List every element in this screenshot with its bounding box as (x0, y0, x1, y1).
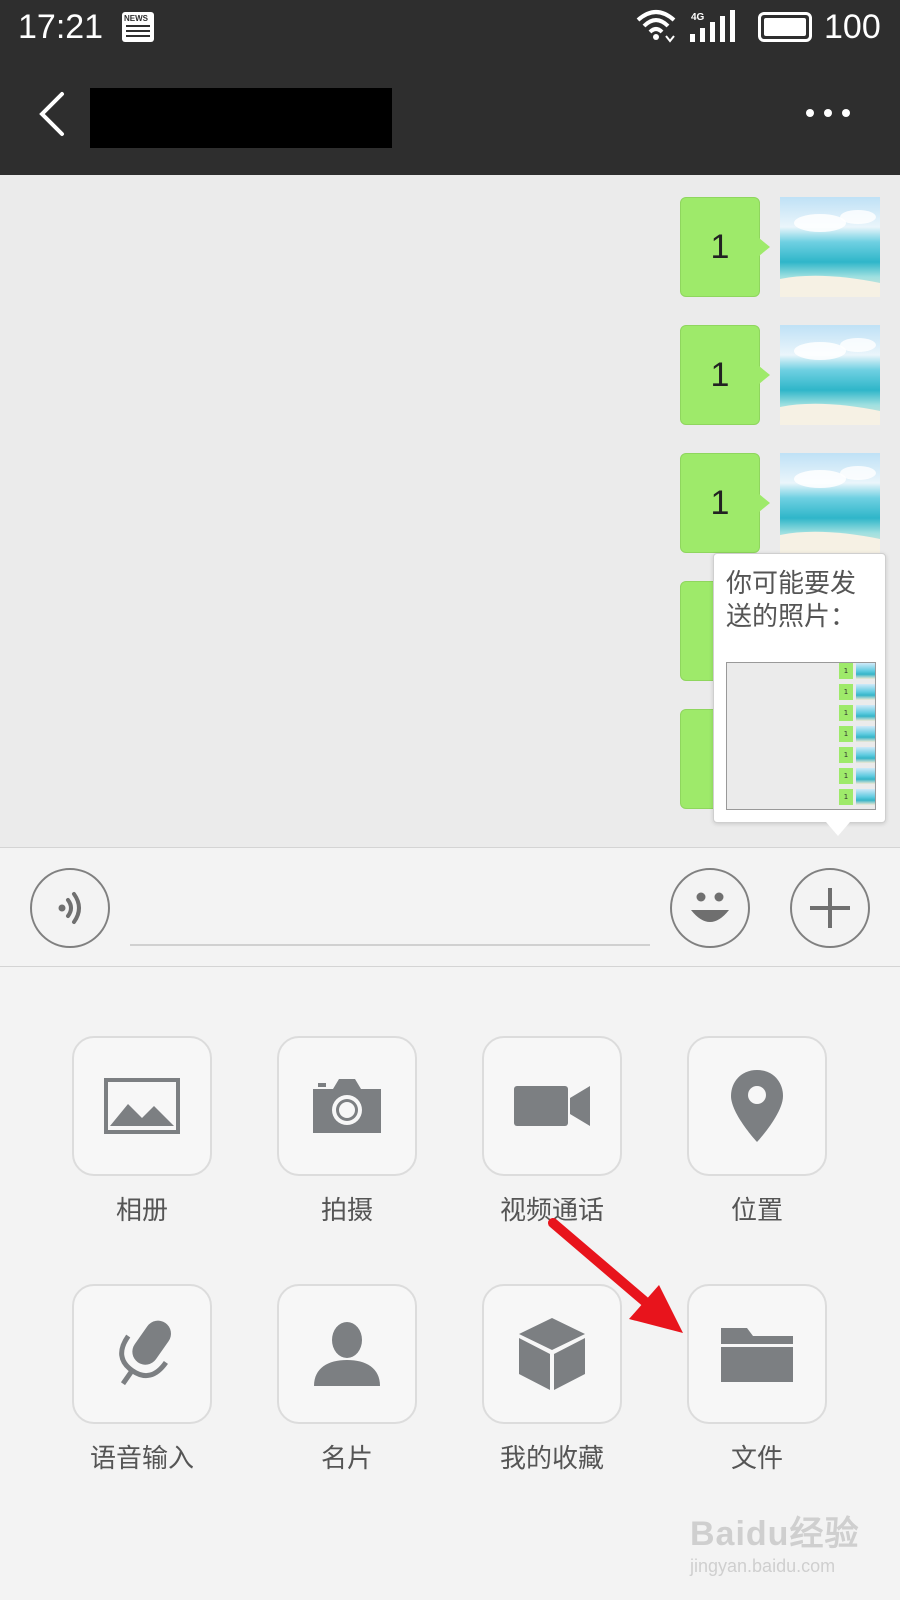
emoji-button[interactable] (670, 868, 750, 948)
avatar[interactable] (780, 325, 880, 425)
beach-image (780, 453, 880, 553)
favorites-label: 我的收藏 (499, 1444, 604, 1474)
camera-label: 拍摄 (320, 1196, 373, 1226)
voice-input-tile (72, 1284, 212, 1424)
message-bubble[interactable]: 1 (680, 197, 770, 297)
album-label: 相册 (115, 1196, 168, 1226)
thumbnail-row: 1 (839, 789, 875, 805)
smiley-icon (691, 892, 729, 922)
voice-input-button[interactable]: 语音输入 (72, 1284, 212, 1474)
message-bubble[interactable]: 1 (680, 325, 770, 425)
avatar[interactable] (780, 453, 880, 553)
location-button[interactable]: 位置 (687, 1036, 827, 1226)
baidu-jingyan-watermark: Baidu经验 jingyan.baidu.com (690, 1506, 890, 1596)
wifi-icon (636, 10, 676, 43)
voice-icon (58, 892, 81, 924)
message-input-bar (0, 847, 900, 967)
thumbnail-row: 1 (839, 768, 875, 784)
album-tile (72, 1036, 212, 1176)
suggested-photo-thumbnail[interactable]: 1 1 1 1 1 1 1 (726, 662, 876, 810)
person-icon (314, 1322, 380, 1386)
camera-tile (277, 1036, 417, 1176)
watermark-brand: Baidu经验 (690, 1515, 860, 1553)
thumbnail-bubble: 1 (839, 789, 853, 805)
camera-icon (313, 1079, 381, 1133)
signal-icon: 4G (690, 10, 735, 42)
video-icon (514, 1086, 590, 1126)
image-icon (104, 1078, 180, 1134)
network-type: 4G (691, 12, 705, 23)
file-tile (687, 1284, 827, 1424)
thumbnail-row: 1 (839, 705, 875, 721)
voice-button[interactable] (30, 868, 110, 948)
red-arrow-annotation (548, 1218, 683, 1333)
album-button[interactable]: 相册 (72, 1036, 212, 1226)
battery-icon (758, 12, 812, 42)
status-bar: 17:21 NEWS 4G 100 (0, 0, 900, 56)
news-icon: NEWS (122, 12, 154, 42)
watermark-url: jingyan.baidu.com (690, 1556, 836, 1576)
suggested-photo-text: 你可能要发送的照片： (726, 569, 857, 632)
message-input[interactable] (130, 878, 650, 946)
chevron-left-icon (39, 92, 64, 136)
thumbnail-bubble: 1 (839, 663, 853, 679)
beach-image (780, 325, 880, 425)
message-row: 1 (0, 325, 900, 425)
message-bubble[interactable]: 1 (680, 453, 770, 553)
chat-title-redacted (90, 88, 392, 148)
more-button[interactable] (800, 104, 856, 124)
file-label: 文件 (730, 1444, 783, 1474)
plus-icon (810, 888, 850, 928)
battery-level: 100 (824, 8, 881, 46)
file-button[interactable]: 文件 (687, 1284, 827, 1474)
microphone-icon (119, 1320, 171, 1386)
location-pin-icon (731, 1070, 783, 1142)
thumbnail-row: 1 (839, 663, 875, 679)
contact-card-tile (277, 1284, 417, 1424)
location-tile (687, 1036, 827, 1176)
beach-image (780, 197, 880, 297)
voice-input-label: 语音输入 (89, 1444, 194, 1474)
message-row: 1 (0, 453, 900, 553)
chat-header (0, 56, 900, 175)
contact-card-label: 名片 (320, 1444, 373, 1474)
thumbnail-bubble: 1 (839, 768, 853, 784)
folder-icon (721, 1328, 793, 1382)
thumbnail-row: 1 (839, 726, 875, 742)
thumbnail-row: 1 (839, 684, 875, 700)
video-call-button[interactable]: 视频通话 (482, 1036, 622, 1226)
thumbnail-bubble: 1 (839, 726, 853, 742)
contact-card-button[interactable]: 名片 (277, 1284, 417, 1474)
back-button[interactable] (28, 84, 78, 144)
thumbnail-row: 1 (839, 747, 875, 763)
news-icon-label: NEWS (124, 14, 148, 23)
avatar[interactable] (780, 197, 880, 297)
status-time: 17:21 (18, 8, 104, 46)
thumbnail-bubble: 1 (839, 684, 853, 700)
suggested-photo-popup[interactable]: 你可能要发送的照片： 1 1 1 1 1 1 1 (713, 553, 886, 836)
video-call-tile (482, 1036, 622, 1176)
message-row: 1 (0, 197, 900, 297)
thumbnail-bubble: 1 (839, 747, 853, 763)
camera-button[interactable]: 拍摄 (277, 1036, 417, 1226)
plus-button[interactable] (790, 868, 870, 948)
thumbnail-bubble: 1 (839, 705, 853, 721)
